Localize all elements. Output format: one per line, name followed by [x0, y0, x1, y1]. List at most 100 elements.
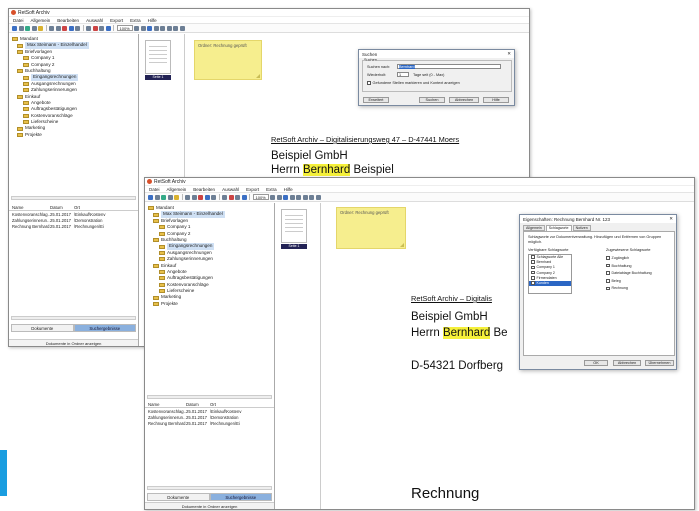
next-page-icon[interactable]	[309, 194, 315, 200]
search-input[interactable]: Bernhard	[397, 64, 501, 69]
scan-icon[interactable]	[161, 194, 166, 200]
rotate-icon[interactable]	[99, 25, 104, 31]
cut-icon[interactable]	[86, 25, 91, 31]
menu-hilfe[interactable]: Hilfe	[284, 187, 293, 192]
list-scrollbar[interactable]	[11, 316, 136, 320]
tab-documents[interactable]: Dokumente	[147, 493, 210, 501]
zoom-select[interactable]: 100%	[252, 194, 269, 200]
sticky-note[interactable]: Ordner: Rechnung geprüft	[194, 40, 262, 80]
search-icon[interactable]	[289, 194, 295, 200]
menu-auswahl[interactable]: Auswahl	[86, 18, 103, 23]
menu-extra[interactable]: Extra	[130, 18, 141, 23]
cancel-button[interactable]: Abbrechen	[613, 360, 641, 366]
mail-icon[interactable]	[68, 25, 74, 31]
menu-export[interactable]: Export	[110, 18, 123, 23]
first-page-icon[interactable]	[160, 25, 166, 31]
cancel-button[interactable]: Abbrechen	[449, 97, 479, 103]
list-item[interactable]: Rechnung	[606, 285, 652, 293]
tab-search-results[interactable]: Suchergebnisse	[73, 324, 136, 332]
copy-icon[interactable]	[49, 25, 54, 31]
col-date[interactable]: Datum	[50, 205, 74, 210]
menu-bearbeiten[interactable]: Bearbeiten	[57, 18, 79, 23]
next-page-icon[interactable]	[173, 25, 179, 31]
open-icon[interactable]	[12, 25, 17, 31]
list-item[interactable]: Zugänglich	[606, 255, 652, 263]
tree-node[interactable]: Projekte	[148, 301, 274, 307]
copy-icon[interactable]	[185, 194, 190, 200]
folder-icon[interactable]	[38, 25, 43, 31]
list-item[interactable]: Buchhaltung	[606, 263, 652, 271]
cut-icon[interactable]	[222, 194, 227, 200]
repeat-input[interactable]: 1	[397, 72, 409, 77]
zoom-in-icon[interactable]	[134, 25, 140, 31]
delete-icon[interactable]	[62, 25, 67, 31]
list-item[interactable]: Rechnung Bernhard… 25.01.2017 \Rechnungen\…	[9, 223, 138, 229]
paste-icon[interactable]	[191, 194, 197, 200]
list-item[interactable]: Rechnung Bernhard… 25.01.2017 \Rechnungen\…	[145, 420, 274, 426]
help-button[interactable]: Hilfe	[483, 97, 509, 103]
search-icon[interactable]	[153, 25, 159, 31]
col-location[interactable]: Ort	[74, 205, 138, 210]
list-item[interactable]: Zahlungserinnerun… 25.01.2017 \Demonstrati…	[9, 217, 138, 223]
print-icon[interactable]	[31, 25, 37, 31]
menu-bearbeiten[interactable]: Bearbeiten	[193, 187, 215, 192]
col-name[interactable]: Name	[148, 402, 186, 407]
tree-scrollbar[interactable]	[147, 395, 272, 399]
save-icon[interactable]	[154, 194, 160, 200]
print-icon[interactable]	[167, 194, 173, 200]
tree-node[interactable]: Projekte	[12, 132, 138, 138]
delete-icon[interactable]	[198, 194, 203, 200]
paste-icon[interactable]	[55, 25, 61, 31]
close-doc-icon[interactable]	[92, 25, 98, 31]
menu-allgemein[interactable]: Allgemein	[31, 18, 51, 23]
menu-extra[interactable]: Extra	[266, 187, 277, 192]
tab-documents[interactable]: Dokumente	[11, 324, 74, 332]
col-name[interactable]: Name	[12, 205, 50, 210]
menu-auswahl[interactable]: Auswahl	[222, 187, 239, 192]
rotate-icon[interactable]	[235, 194, 240, 200]
play-icon[interactable]	[241, 194, 247, 200]
scan-icon[interactable]	[25, 25, 30, 31]
folder-icon[interactable]	[174, 194, 179, 200]
sticky-note[interactable]: Ordner: Rechnung geprüft	[336, 207, 406, 249]
last-page-icon[interactable]	[179, 25, 185, 31]
col-location[interactable]: Ort	[210, 402, 274, 407]
tab-search-results[interactable]: Suchergebnisse	[209, 493, 272, 501]
context-option[interactable]: Gefundene Stellen markieren und Kontext …	[367, 81, 460, 85]
properties-icon[interactable]	[211, 194, 216, 200]
open-icon[interactable]	[148, 194, 153, 200]
menu-datei[interactable]: Datei	[13, 18, 24, 23]
list-scrollbar[interactable]	[147, 486, 272, 490]
page-thumbnail[interactable]	[145, 40, 171, 74]
list-item[interactable]: Dateiablage Buchhaltung	[606, 270, 652, 278]
menu-allgemein[interactable]: Allgemein	[167, 187, 187, 192]
tree-scrollbar[interactable]	[11, 196, 136, 200]
apply-button[interactable]: Übernehmen	[645, 360, 674, 366]
page-thumbnail[interactable]	[281, 209, 307, 243]
prev-page-icon[interactable]	[302, 194, 308, 200]
list-item[interactable]: Kostenvoranschlag… 25.01.2017 \Einkauf\Kos…	[9, 211, 138, 217]
list-item[interactable]: Beleg	[606, 278, 652, 286]
col-date[interactable]: Datum	[186, 402, 210, 407]
zoom-out-icon[interactable]	[140, 25, 146, 31]
menu-export[interactable]: Export	[246, 187, 259, 192]
available-keywords-list[interactable]: Schlagworte Alle Bernhard Company 1 Comp…	[528, 254, 572, 294]
save-icon[interactable]	[18, 25, 24, 31]
first-page-icon[interactable]	[296, 194, 302, 200]
menu-hilfe[interactable]: Hilfe	[148, 18, 157, 23]
properties-icon[interactable]	[75, 25, 80, 31]
list-item[interactable]: Kostenvoranschlag… 25.01.2017 \Einkauf\Kos…	[145, 408, 274, 414]
fit-page-icon[interactable]	[283, 194, 289, 200]
play-icon[interactable]	[105, 25, 111, 31]
search-button[interactable]: Suchen	[419, 97, 445, 103]
advanced-button[interactable]: Erweitert	[363, 97, 389, 103]
fit-page-icon[interactable]	[147, 25, 153, 31]
last-page-icon[interactable]	[315, 194, 321, 200]
prev-page-icon[interactable]	[166, 25, 172, 31]
zoom-out-icon[interactable]	[276, 194, 282, 200]
close-icon[interactable]: ✕	[507, 51, 511, 57]
list-item[interactable]: Kunden	[529, 280, 571, 287]
zoom-select[interactable]: 100%	[116, 25, 133, 31]
ok-button[interactable]: OK	[584, 360, 608, 366]
close-doc-icon[interactable]	[228, 194, 234, 200]
